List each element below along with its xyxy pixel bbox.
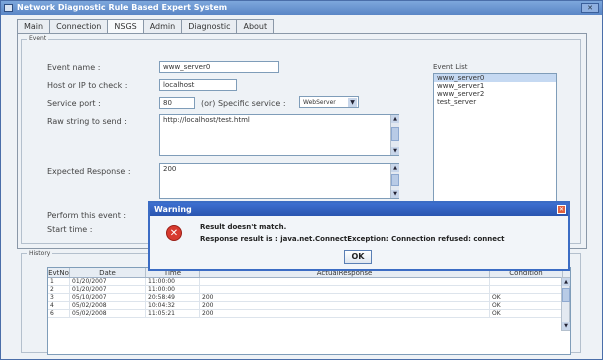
scroll-thumb[interactable] bbox=[391, 174, 399, 186]
table-cell: 200 bbox=[200, 302, 490, 309]
table-cell: 1 bbox=[48, 278, 70, 285]
error-icon: ✕ bbox=[166, 225, 182, 241]
dialog-close-icon[interactable]: ✕ bbox=[557, 205, 566, 214]
tab-nsgs[interactable]: NSGS bbox=[107, 19, 144, 34]
service-select-value: WebServer bbox=[303, 99, 336, 106]
specific-service-label: (or) Specific service : bbox=[201, 99, 286, 108]
table-cell bbox=[200, 278, 490, 285]
app-icon bbox=[4, 4, 13, 12]
table-cell: 2 bbox=[48, 286, 70, 293]
tab-diagnostic[interactable]: Diagnostic bbox=[181, 19, 238, 33]
service-select[interactable]: WebServer ▼ bbox=[299, 96, 359, 108]
title-bar[interactable]: Network Diagnostic Rule Based Expert Sys… bbox=[1, 1, 602, 15]
scroll-down-icon[interactable]: ▼ bbox=[391, 147, 399, 155]
table-cell: 05/02/2008 bbox=[70, 302, 146, 309]
table-row[interactable]: 6 05/02/2008 11:05:21 200 OK bbox=[48, 310, 570, 318]
dialog-message-line1: Result doesn't match. bbox=[200, 223, 287, 231]
column-header[interactable]: EvtNo bbox=[48, 268, 70, 277]
event-name-label: Event name : bbox=[47, 63, 101, 72]
column-header[interactable]: Date bbox=[70, 268, 146, 277]
table-cell: OK bbox=[490, 310, 563, 317]
tab-admin[interactable]: Admin bbox=[142, 19, 183, 33]
dialog-title: Warning bbox=[154, 205, 192, 214]
expected-response-scrollbar[interactable]: ▲ ▼ bbox=[390, 164, 399, 198]
table-cell: 11:05:21 bbox=[146, 310, 200, 317]
table-cell: 6 bbox=[48, 310, 70, 317]
tab-main[interactable]: Main bbox=[17, 19, 51, 33]
event-list-title: Event List bbox=[433, 63, 468, 71]
table-cell: 200 bbox=[200, 310, 490, 317]
table-cell: 11:00:00 bbox=[146, 286, 200, 293]
event-group-title: Event bbox=[27, 35, 49, 42]
list-item[interactable]: www_server2 bbox=[434, 90, 556, 98]
history-group-title: History bbox=[27, 250, 53, 257]
scroll-down-icon[interactable]: ▼ bbox=[391, 190, 399, 198]
raw-string-scrollbar[interactable]: ▲ ▼ bbox=[390, 115, 399, 155]
tab-connection[interactable]: Connection bbox=[49, 19, 109, 33]
window-close-icon[interactable]: ✕ bbox=[581, 3, 599, 13]
scroll-up-icon[interactable]: ▲ bbox=[562, 278, 570, 286]
scroll-down-icon[interactable]: ▼ bbox=[562, 322, 570, 330]
dialog-title-bar[interactable]: Warning ✕ bbox=[150, 203, 568, 216]
event-name-input[interactable]: www_server0 bbox=[159, 61, 279, 73]
dialog-message-line2: Response result is : java.net.ConnectExc… bbox=[200, 235, 505, 243]
history-table[interactable]: EvtNo Date Time ActualResponse Condition… bbox=[47, 267, 571, 355]
scroll-thumb[interactable] bbox=[391, 127, 399, 141]
start-time-label: Start time : bbox=[47, 225, 93, 234]
table-cell: 01/20/2007 bbox=[70, 286, 146, 293]
raw-string-textarea[interactable]: http://localhost/test.html bbox=[159, 114, 399, 156]
port-input[interactable]: 80 bbox=[159, 97, 195, 109]
perform-event-label: Perform this event : bbox=[47, 211, 127, 220]
table-cell: 200 bbox=[200, 294, 490, 301]
table-cell: OK bbox=[490, 302, 563, 309]
table-cell: 05/10/2007 bbox=[70, 294, 146, 301]
scroll-up-icon[interactable]: ▲ bbox=[391, 115, 399, 123]
tab-bar: Main Connection NSGS Admin Diagnostic Ab… bbox=[17, 19, 275, 34]
table-cell: 3 bbox=[48, 294, 70, 301]
scroll-thumb[interactable] bbox=[562, 288, 570, 302]
expected-response-textarea[interactable]: 200 bbox=[159, 163, 399, 199]
table-row[interactable]: 4 05/02/2008 10:04:32 200 OK bbox=[48, 302, 570, 310]
table-cell bbox=[490, 286, 563, 293]
table-cell: 20:58:49 bbox=[146, 294, 200, 301]
table-row[interactable]: 1 01/20/2007 11:00:00 bbox=[48, 278, 570, 286]
window-title: Network Diagnostic Rule Based Expert Sys… bbox=[17, 3, 228, 12]
table-cell: OK bbox=[490, 294, 563, 301]
raw-string-label: Raw string to send : bbox=[47, 117, 127, 126]
app-window: Network Diagnostic Rule Based Expert Sys… bbox=[0, 0, 603, 360]
tab-about[interactable]: About bbox=[236, 19, 275, 33]
table-cell: 01/20/2007 bbox=[70, 278, 146, 285]
table-cell bbox=[490, 278, 563, 285]
table-row[interactable]: 2 01/20/2007 11:00:00 bbox=[48, 286, 570, 294]
ok-button[interactable]: OK bbox=[344, 250, 372, 264]
host-label: Host or IP to check : bbox=[47, 81, 128, 90]
table-cell: 11:00:00 bbox=[146, 278, 200, 285]
warning-dialog: Warning ✕ ✕ Result doesn't match. Respon… bbox=[148, 201, 570, 271]
list-item[interactable]: test_server bbox=[434, 98, 556, 106]
port-label: Service port : bbox=[47, 99, 101, 108]
table-cell: 4 bbox=[48, 302, 70, 309]
table-cell: 10:04:32 bbox=[146, 302, 200, 309]
host-input[interactable]: localhost bbox=[159, 79, 237, 91]
history-scrollbar[interactable]: ▲ ▼ bbox=[561, 277, 570, 331]
table-row[interactable]: 3 05/10/2007 20:58:49 200 OK bbox=[48, 294, 570, 302]
expected-response-label: Expected Response : bbox=[47, 167, 131, 176]
scroll-up-icon[interactable]: ▲ bbox=[391, 164, 399, 172]
chevron-down-icon[interactable]: ▼ bbox=[348, 98, 357, 107]
table-cell bbox=[200, 286, 490, 293]
list-item[interactable]: www_server0 bbox=[434, 74, 556, 82]
list-item[interactable]: www_server1 bbox=[434, 82, 556, 90]
table-cell: 05/02/2008 bbox=[70, 310, 146, 317]
